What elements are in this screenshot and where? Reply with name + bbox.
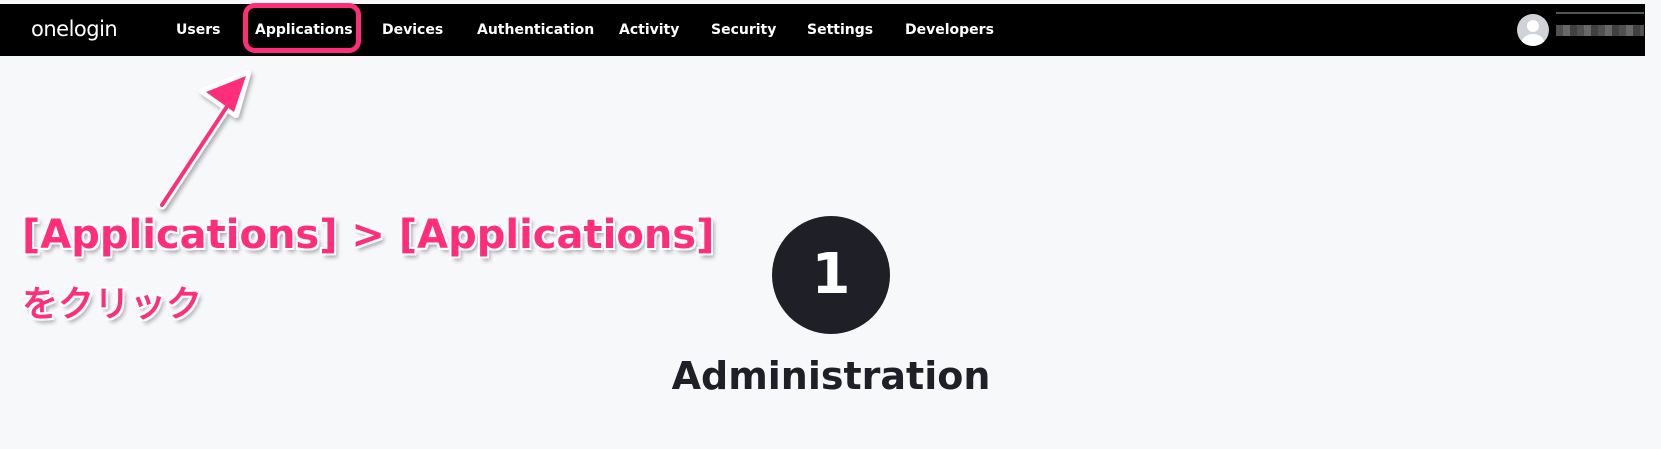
page: onelogin Users Applications Devices Auth… <box>0 0 1661 449</box>
nav-authentication[interactable]: Authentication <box>477 22 594 38</box>
applications-highlight-box <box>243 3 361 53</box>
redacted-username[interactable] <box>1556 25 1644 36</box>
annotation-instruction-path: [Applications] > [Applications] <box>22 212 715 258</box>
nav-developers[interactable]: Developers <box>905 22 994 38</box>
avatar-head-shape <box>1527 20 1539 32</box>
nav-security[interactable]: Security <box>711 22 776 38</box>
nav-activity[interactable]: Activity <box>619 22 679 38</box>
onelogin-logo[interactable]: onelogin <box>31 17 118 41</box>
redacted-username-line <box>1556 12 1644 14</box>
avatar-body-shape <box>1522 34 1544 46</box>
nav-users[interactable]: Users <box>176 22 220 38</box>
step-title: Administration <box>671 354 991 398</box>
user-avatar-icon[interactable] <box>1517 14 1549 46</box>
annotation-instruction-click: をクリック <box>22 284 203 325</box>
step-number-badge: 1 <box>772 216 890 334</box>
nav-devices[interactable]: Devices <box>382 22 443 38</box>
nav-settings[interactable]: Settings <box>807 22 873 38</box>
